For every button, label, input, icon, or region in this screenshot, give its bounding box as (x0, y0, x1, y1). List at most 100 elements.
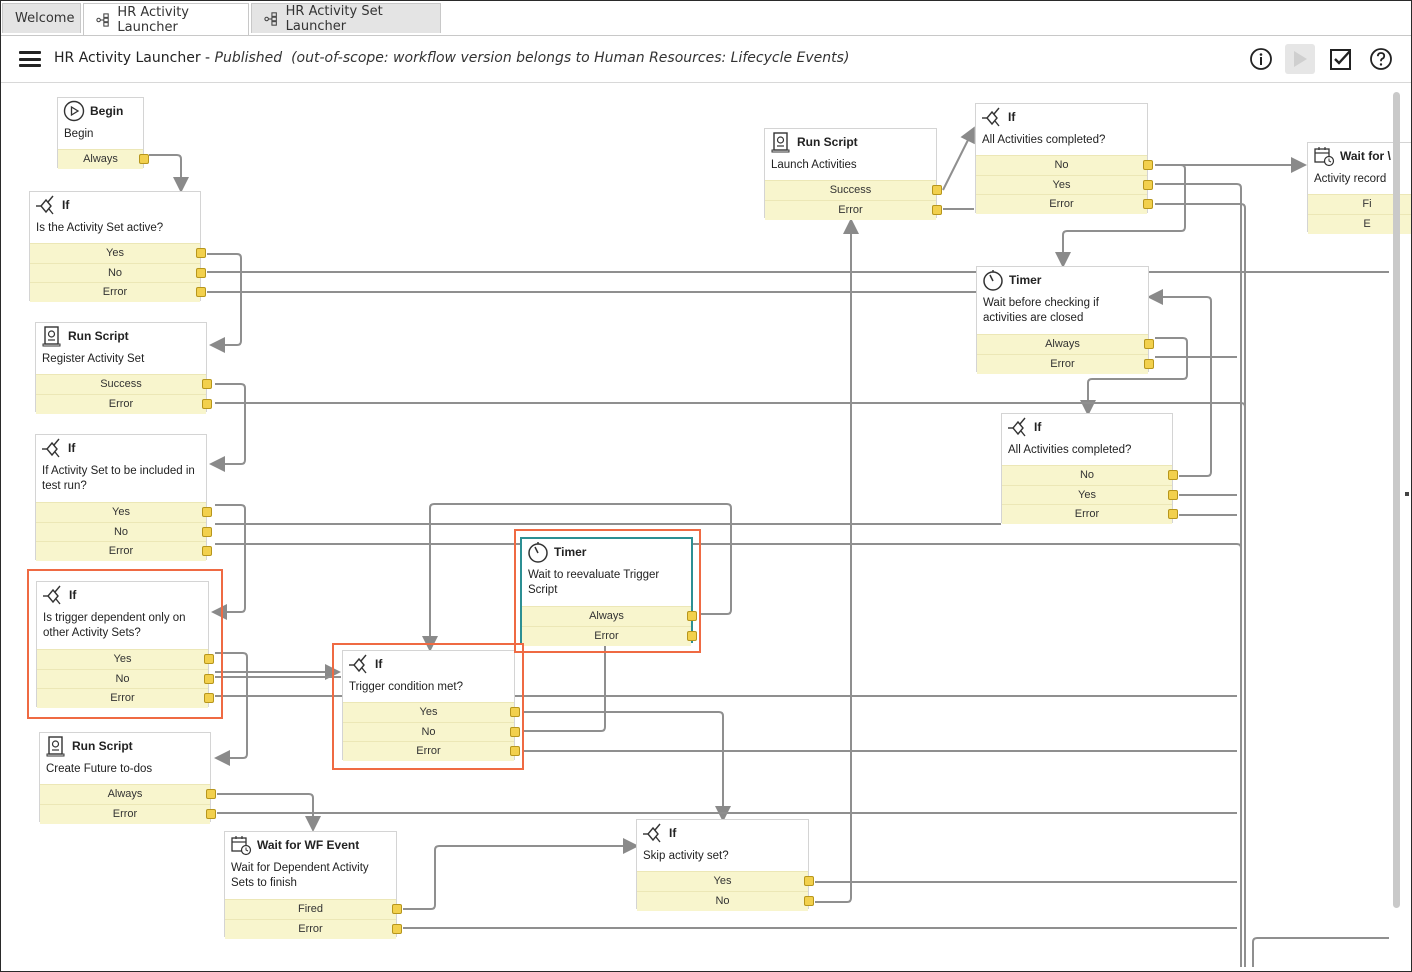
node-port[interactable]: No (1002, 465, 1178, 485)
help-icon[interactable] (1366, 44, 1396, 74)
node-header: Run Script (40, 733, 210, 759)
workflow-node-if-allcomp2[interactable]: If All Activities completed? No Yes Error (1001, 413, 1178, 524)
node-port[interactable]: Yes (36, 502, 212, 522)
workflow-node-if-active[interactable]: If Is the Activity Set active? Yes No Error (29, 191, 206, 302)
port-label: Yes (106, 247, 124, 259)
node-port[interactable]: Error (225, 918, 402, 939)
node-type-label: Begin (90, 104, 124, 118)
node-port[interactable]: Always (40, 784, 216, 804)
port-label: E (1363, 217, 1371, 230)
node-port[interactable]: Yes (1002, 484, 1178, 505)
port-connector-handle[interactable] (1144, 358, 1154, 369)
port-label: Always (1045, 338, 1080, 350)
port-connector-handle[interactable] (202, 526, 212, 537)
node-port[interactable]: Error (36, 393, 212, 414)
workflow-node-if-testrun[interactable]: If If Activity Set to be included in test… (35, 434, 212, 561)
tab-welcome[interactable]: Welcome (2, 3, 81, 33)
port-connector-handle[interactable] (202, 507, 212, 517)
node-port[interactable]: No (30, 262, 206, 283)
port-connector-handle[interactable] (1168, 470, 1178, 480)
port-connector-handle[interactable] (932, 204, 942, 215)
workflow-node-wait-wf[interactable]: Wait for WF Event Wait for Dependent Acti… (224, 831, 402, 939)
workflow-node-rs-register[interactable]: Run Script Register Activity Set Success Er… (35, 322, 212, 414)
node-type-label: If (62, 198, 70, 212)
port-label: No (1054, 159, 1069, 171)
port-connector-handle[interactable] (1143, 160, 1153, 170)
port-label: No (107, 266, 123, 279)
port-label: No (1079, 469, 1095, 481)
node-description: Launch Activities (771, 159, 857, 171)
workflow-node-rs-launch[interactable]: Run Script Launch Activities Success Error (764, 128, 942, 220)
port-connector-handle[interactable] (202, 379, 212, 389)
workflow-node-timer-check[interactable]: Timer Wait before checking if activities … (976, 266, 1154, 374)
port-connector-handle[interactable] (392, 904, 402, 914)
port-connector-handle[interactable] (196, 267, 206, 278)
port-connector-handle[interactable] (206, 808, 216, 819)
port-connector-handle[interactable] (202, 398, 212, 409)
node-port[interactable]: Error (976, 194, 1153, 214)
branch-icon (981, 106, 1003, 128)
port-connector-handle[interactable] (932, 185, 942, 195)
port-label: Error (1050, 357, 1075, 370)
tab-label: HR Activity Launcher (117, 5, 189, 35)
port-connector-handle[interactable] (196, 287, 206, 297)
node-port[interactable]: Yes (976, 174, 1153, 195)
node-type-label: Timer (1009, 273, 1042, 287)
tab-bar: Welcome HR Activity Launcher HR Activity… (1, 1, 1411, 36)
port-connector-handle[interactable] (1144, 339, 1154, 349)
port-connector-handle[interactable] (1168, 489, 1178, 500)
node-port[interactable]: Error (1002, 504, 1178, 524)
port-label: Yes (112, 506, 130, 518)
node-port[interactable]: No (637, 890, 814, 911)
node-port[interactable]: No (976, 155, 1153, 175)
node-header: If (637, 820, 808, 846)
tab-hr-activity-set-launcher[interactable]: HR Activity Set Launcher (251, 3, 441, 34)
checkbox-icon[interactable] (1326, 44, 1356, 74)
node-port[interactable]: Error (765, 199, 942, 220)
node-description: Is the Activity Set active? (36, 222, 164, 234)
port-connector-handle[interactable] (202, 546, 212, 556)
node-port[interactable]: Yes (30, 243, 206, 263)
hamburger-menu-icon[interactable] (19, 51, 41, 67)
node-type-label: If (68, 441, 76, 455)
node-port[interactable]: Always (977, 334, 1154, 354)
port-label: Error (102, 286, 128, 298)
workflow-canvas[interactable]: Begin Begin Always If Is the Activity Set ac… (1, 82, 1411, 971)
port-connector-handle[interactable] (1143, 199, 1153, 209)
port-connector-handle[interactable] (804, 876, 814, 886)
port-connector-handle[interactable] (196, 248, 206, 258)
node-port[interactable]: Error (40, 803, 216, 824)
tab-hr-activity-launcher[interactable]: HR Activity Launcher (83, 3, 249, 36)
node-port[interactable]: Error (977, 353, 1154, 374)
page-title: HR Activity Launcher - Published (out-of… (54, 50, 849, 66)
workflow-node-rs-future[interactable]: Run Script Create Future to-dos Always Erro… (39, 732, 216, 824)
port-label: Error (838, 203, 863, 216)
run-icon[interactable] (1285, 44, 1315, 74)
port-connector-handle[interactable] (392, 923, 402, 934)
port-connector-handle[interactable] (1168, 509, 1178, 519)
node-port[interactable]: Success (36, 374, 212, 394)
port-connector-handle[interactable] (804, 895, 814, 906)
node-port[interactable]: Error (36, 541, 212, 561)
workflow-node-begin[interactable]: Begin Begin Always (57, 97, 149, 169)
node-header: If (976, 104, 1147, 130)
branch-icon (41, 437, 63, 459)
node-port[interactable]: Success (765, 180, 942, 200)
node-port[interactable]: No (36, 521, 212, 542)
port-connector-handle[interactable] (139, 154, 149, 164)
node-port[interactable]: Error (30, 282, 206, 302)
workflow-node-if-allcomp1[interactable]: If All Activities completed? No Yes Error (975, 103, 1153, 214)
node-description: Wait for Dependent Activity Sets to fini… (231, 862, 369, 889)
port-connector-handle[interactable] (206, 789, 216, 799)
info-icon[interactable] (1246, 44, 1276, 74)
vertical-scrollbar[interactable] (1393, 92, 1400, 908)
node-header: If (1002, 414, 1172, 440)
port-connector-handle[interactable] (1143, 179, 1153, 190)
panel-handle-icon[interactable] (1405, 492, 1409, 496)
branch-icon (35, 194, 57, 216)
node-port[interactable]: Yes (637, 871, 814, 891)
workflow-node-if-skip[interactable]: If Skip activity set? Yes No (636, 819, 814, 911)
port-label: Error (112, 807, 138, 820)
node-port[interactable]: Fired (225, 899, 402, 919)
node-port[interactable]: Always (58, 149, 149, 169)
